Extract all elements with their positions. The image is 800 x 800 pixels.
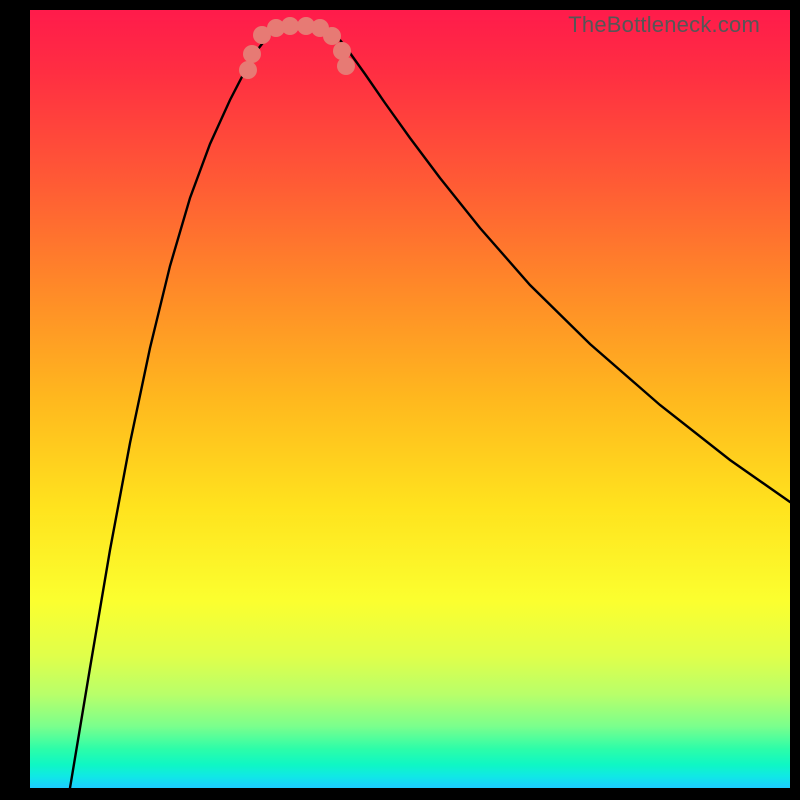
marker-dot (239, 61, 257, 79)
plot-area (30, 10, 790, 788)
chart-frame: TheBottleneck.com (0, 0, 800, 800)
marker-cluster (239, 17, 355, 79)
marker-dot (323, 27, 341, 45)
marker-dot (337, 57, 355, 75)
watermark-text: TheBottleneck.com (568, 12, 760, 38)
marker-dot (243, 45, 261, 63)
curve-right-branch (330, 30, 790, 502)
marker-dot (281, 17, 299, 35)
curve-svg (30, 10, 790, 788)
curve-left-branch (70, 30, 275, 788)
